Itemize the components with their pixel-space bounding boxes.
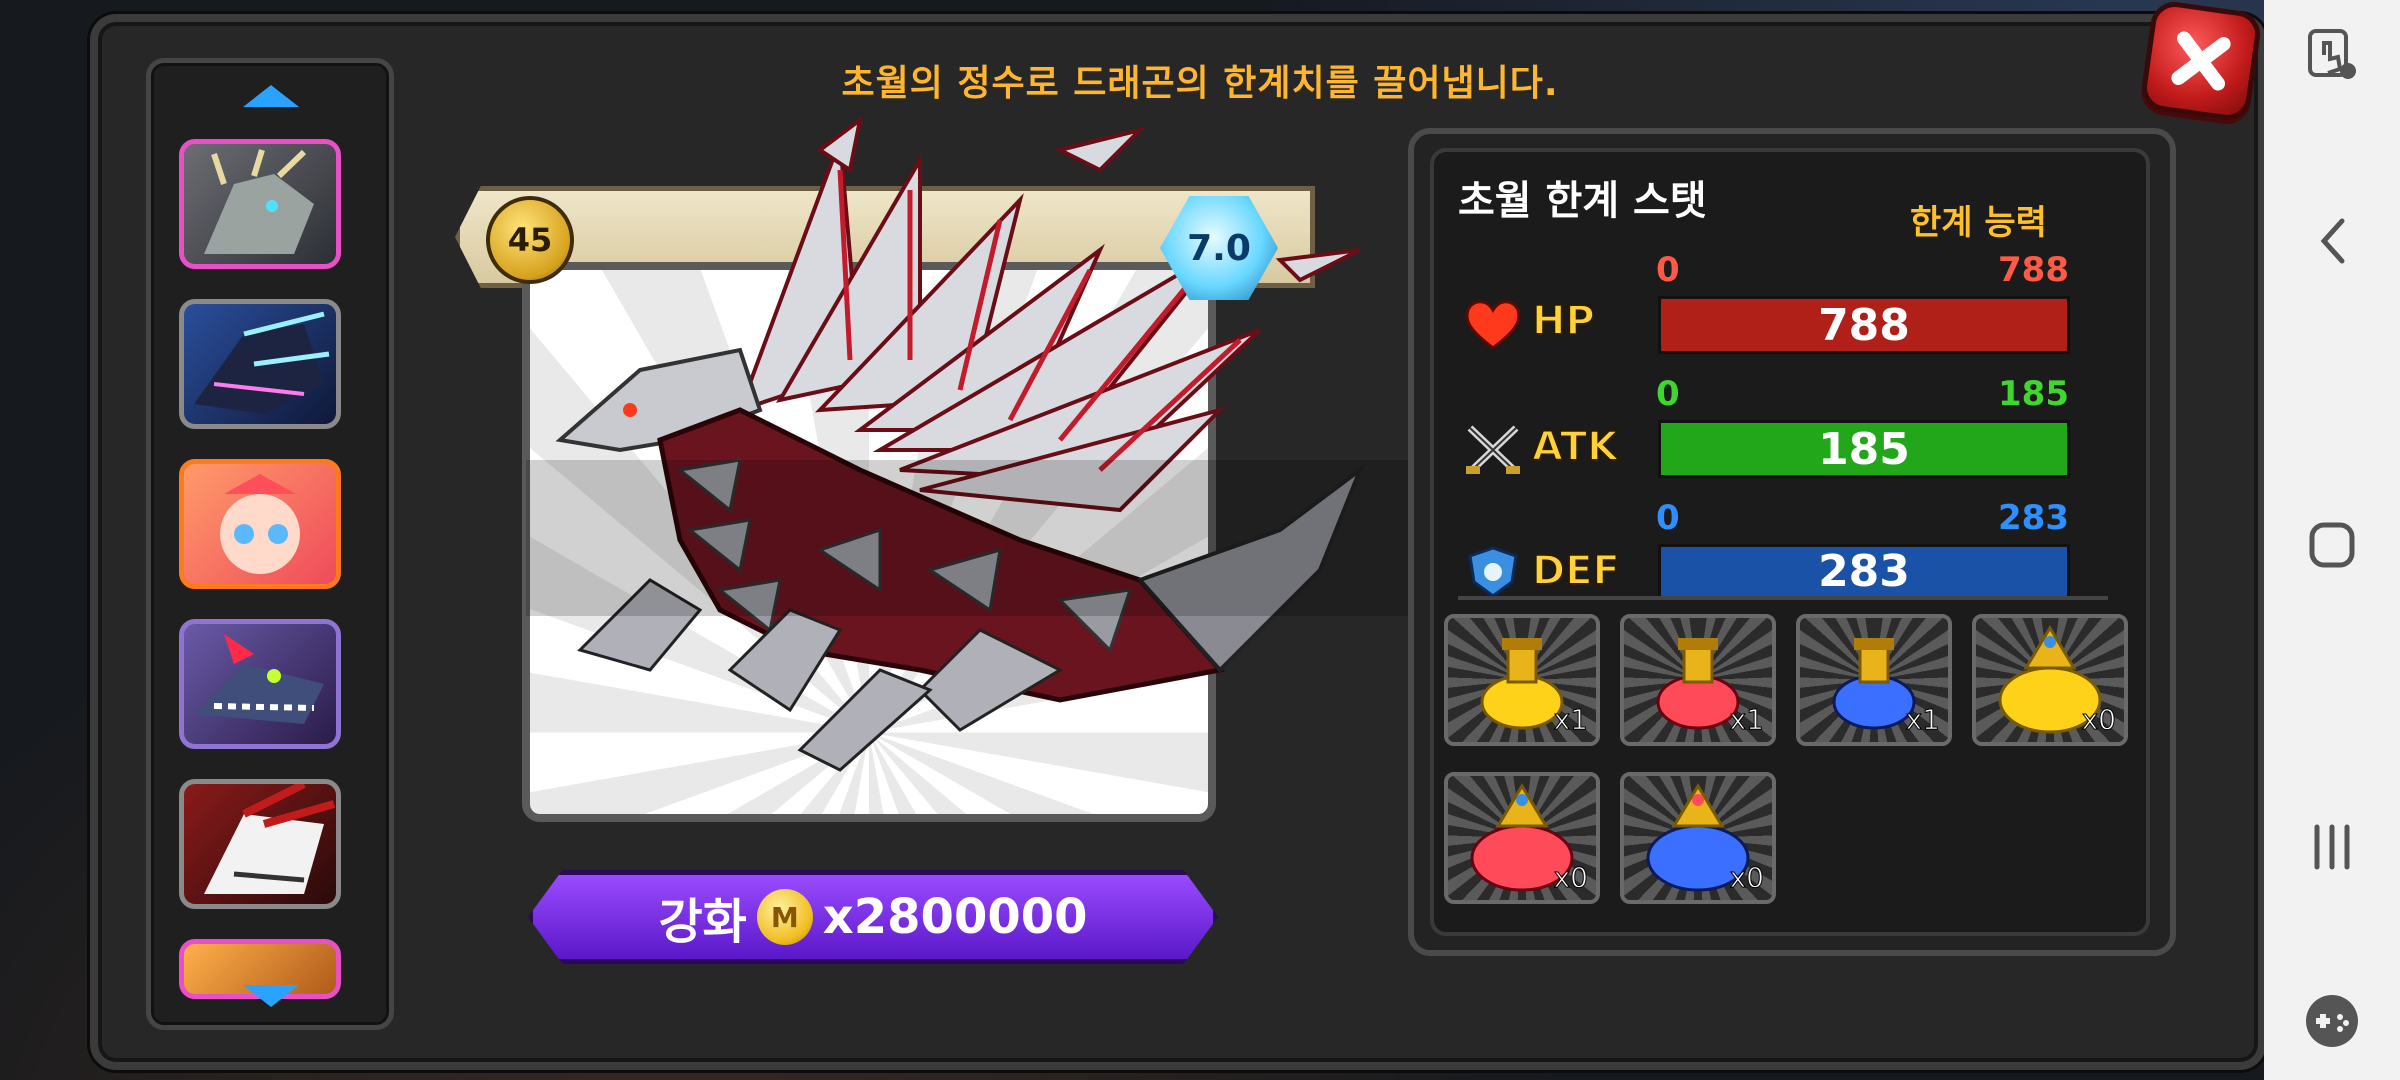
hp-value: 788 — [1818, 299, 1910, 351]
dragon-portrait-icon — [194, 634, 324, 724]
atk-max: 185 — [1998, 374, 2069, 414]
dragon-thumb-5[interactable] — [179, 779, 341, 909]
dragon-thumb-4[interactable] — [179, 619, 341, 749]
dragon-portrait-icon — [194, 311, 330, 414]
item-qty: x0 — [1729, 861, 1764, 895]
def-label: DEF — [1531, 547, 1621, 595]
recents-icon — [2314, 824, 2350, 870]
hp-label: HP — [1531, 297, 1596, 345]
def-value: 283 — [1818, 546, 1910, 597]
stat-subtitle: 한계 능력 — [1910, 203, 2047, 243]
dragon-artwork — [555, 115, 1365, 772]
heart-icon — [1465, 300, 1521, 350]
dragon-thumb-1[interactable] — [179, 139, 341, 269]
touch-lock-icon — [2308, 29, 2356, 79]
dragon-portrait-icon — [204, 149, 314, 254]
crossed-swords-icon — [1466, 425, 1520, 474]
item-slot-3[interactable]: x1 — [1796, 614, 1952, 746]
hp-max: 788 — [1998, 250, 2069, 290]
item-qty: x1 — [1729, 703, 1764, 737]
close-button[interactable] — [2138, 0, 2264, 124]
home-button[interactable] — [2264, 490, 2400, 600]
back-button[interactable] — [2264, 186, 2400, 296]
dragon-portrait-icon — [220, 474, 300, 574]
atk-label: ATK — [1531, 423, 1619, 471]
dragon-list[interactable] — [146, 58, 394, 1030]
def-min: 0 — [1656, 498, 1680, 538]
shield-icon — [1468, 546, 1518, 598]
dragon-thumb-3[interactable] — [179, 459, 341, 589]
item-slot-1[interactable]: x1 — [1444, 614, 1600, 746]
def-max: 283 — [1998, 498, 2069, 538]
item-qty: x1 — [1553, 703, 1588, 737]
item-slot-6[interactable]: x0 — [1620, 772, 1776, 904]
coin-icon: M — [756, 889, 813, 945]
atk-min: 0 — [1656, 374, 1680, 414]
home-icon — [2309, 522, 2355, 568]
close-icon — [2171, 31, 2231, 91]
game-tools-button[interactable] — [2264, 966, 2400, 1076]
gamepad-icon — [2306, 995, 2358, 1047]
scroll-up-arrow-icon[interactable] — [243, 85, 299, 107]
item-qty: x0 — [1553, 861, 1588, 895]
item-qty: x0 — [2081, 703, 2116, 737]
atk-bar: 185 — [1658, 420, 2070, 478]
dragon-portrait-icon — [204, 784, 336, 894]
item-slot-2[interactable]: x1 — [1620, 614, 1776, 746]
def-bar: 283 — [1658, 544, 2070, 597]
hp-bar: 788 — [1658, 296, 2070, 354]
item-slot-4[interactable]: x0 — [1972, 614, 2128, 746]
touch-lock-button[interactable] — [2264, 0, 2400, 110]
item-slot-5[interactable]: x0 — [1444, 772, 1600, 904]
back-icon — [2320, 218, 2345, 264]
system-nav-bar — [2264, 0, 2400, 1080]
item-qty: x1 — [1905, 703, 1940, 737]
upgrade-label: 강화 — [658, 894, 747, 950]
atk-value: 185 — [1818, 423, 1910, 475]
game-screen: 초월의 정수로 드래곤의 한계치를 끌어냅니다. 45 7.0 강화 M x28… — [0, 0, 2264, 1080]
upgrade-cost: x2800000 — [822, 889, 1088, 945]
headline-text: 초월의 정수로 드래곤의 한계치를 끌어냅니다. — [841, 63, 1559, 104]
upgrade-button[interactable]: 강화 M x2800000 — [528, 870, 1218, 964]
hp-min: 0 — [1656, 250, 1680, 290]
recents-button[interactable] — [2264, 792, 2400, 902]
stat-divider — [1458, 596, 2108, 600]
stat-title: 초월 한계 스탯 — [1458, 178, 1707, 224]
scroll-down-arrow-icon[interactable] — [243, 985, 299, 1007]
dragon-thumb-2[interactable] — [179, 299, 341, 429]
